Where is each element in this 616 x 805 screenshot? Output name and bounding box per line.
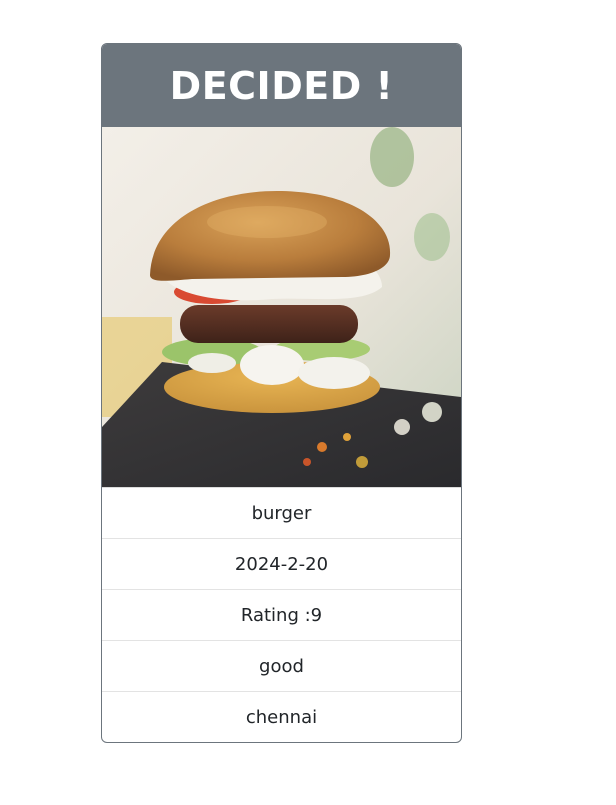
detail-review: good xyxy=(102,640,461,691)
detail-location: chennai xyxy=(102,691,461,742)
card-header: DECIDED ! xyxy=(102,44,461,127)
food-card: DECIDED ! burger 2024-2-20 Rating:9 goo… xyxy=(101,43,462,743)
detail-food-name: burger xyxy=(102,487,461,538)
burger-image xyxy=(102,127,461,487)
detail-date: 2024-2-20 xyxy=(102,538,461,589)
food-photo xyxy=(102,127,461,487)
card-title: DECIDED ! xyxy=(169,63,394,108)
details-list: burger 2024-2-20 Rating :9 good chennai xyxy=(102,487,461,742)
detail-rating: Rating :9 xyxy=(102,589,461,640)
